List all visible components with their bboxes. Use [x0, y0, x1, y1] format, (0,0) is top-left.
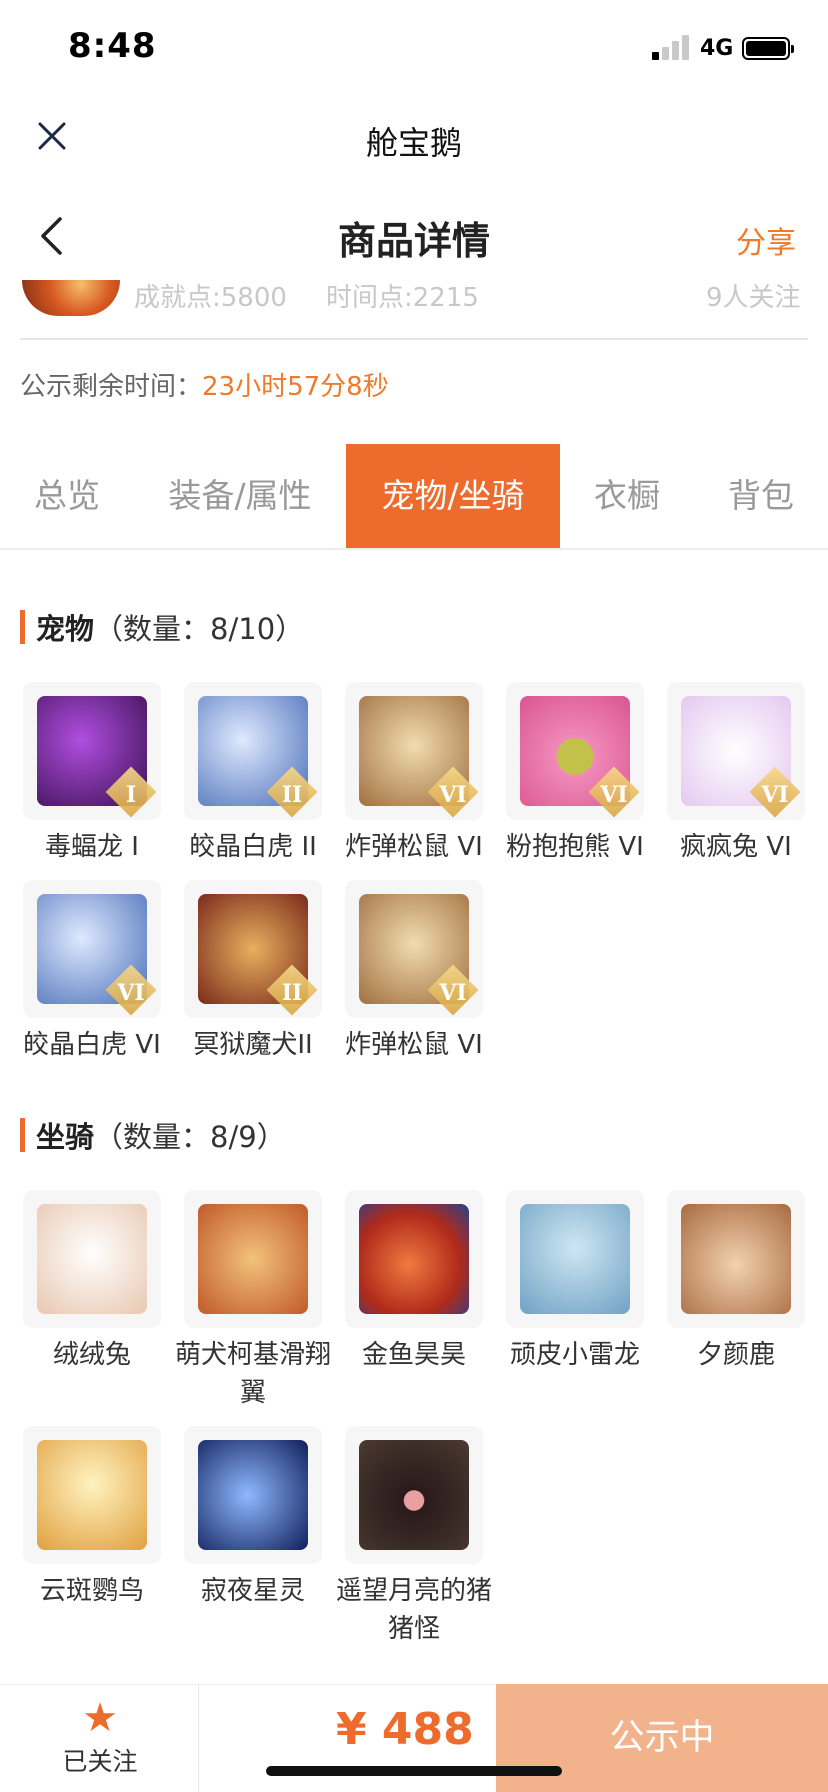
tab-pets-mounts[interactable]: 宠物/坐骑 [346, 444, 560, 548]
pet-thumbnail: II [184, 682, 322, 820]
mount-item[interactable]: 云斑鹦鸟 [12, 1426, 172, 1610]
tier-badge-text: VI [600, 782, 628, 808]
pet-thumbnail: VI [23, 880, 161, 1018]
app-title: 舱宝鹅 [365, 124, 462, 162]
bottom-vertical-divider [198, 1684, 199, 1792]
mount-name: 顽皮小雷龙 [509, 1340, 640, 1370]
pet-thumbnail: VI [506, 682, 644, 820]
pet-thumbnail: VI [345, 682, 483, 820]
publicity-label: 公示剩余时间： [20, 372, 203, 402]
section-marker [20, 1118, 25, 1152]
tab-backpack[interactable]: 背包 [694, 444, 828, 548]
tab-overview[interactable]: 总览 [0, 444, 134, 548]
mount-thumbnail [23, 1190, 161, 1328]
section-marker [20, 610, 25, 644]
follower-count: 9人关注 [706, 283, 801, 313]
mount-thumbnail [667, 1190, 805, 1328]
mount-image [37, 1440, 147, 1550]
pet-name: 冥狱魔犬II [193, 1030, 313, 1060]
mount-item[interactable]: 遥望月亮的猪猪怪 [334, 1426, 494, 1648]
mount-name: 云斑鹦鸟 [39, 1576, 144, 1606]
tier-badge-text: VI [439, 980, 467, 1006]
mount-item[interactable]: 金鱼昊昊 [334, 1190, 494, 1374]
pet-item[interactable]: II 冥狱魔犬II [173, 880, 333, 1064]
tab-equipment[interactable]: 装备/属性 [134, 444, 346, 548]
follow-button[interactable]: ★ 已关注 [40, 1696, 160, 1778]
mount-item[interactable]: 萌犬柯基滑翔翼 [173, 1190, 333, 1412]
time-points: 时间点:2215 [326, 283, 479, 313]
mount-image [681, 1204, 791, 1314]
pet-item[interactable]: II 皎晶白虎 II [173, 682, 333, 866]
pet-item[interactable]: VI 粉抱抱熊 VI [495, 682, 655, 866]
mount-thumbnail [184, 1426, 322, 1564]
mount-item[interactable]: 顽皮小雷龙 [495, 1190, 655, 1374]
mount-item[interactable]: 寂夜星灵 [173, 1426, 333, 1610]
pet-item[interactable]: VI 炸弹松鼠 VI [334, 682, 494, 866]
mount-image [520, 1204, 630, 1314]
pet-thumbnail: VI [345, 880, 483, 1018]
mount-image [359, 1204, 469, 1314]
mount-item[interactable]: 绒绒兔 [12, 1190, 172, 1374]
mounts-section-title: 坐骑（数量：8/9） [36, 1114, 286, 1156]
share-button[interactable]: 分享 [736, 218, 796, 262]
mount-thumbnail [23, 1426, 161, 1564]
page-title: 商品详情 [337, 219, 490, 263]
mount-image [37, 1204, 147, 1314]
mount-image [198, 1440, 308, 1550]
mounts-title: 坐骑 [36, 1120, 95, 1154]
mount-thumbnail [506, 1190, 644, 1328]
tier-badge-text: VI [761, 782, 789, 808]
pet-name: 粉抱抱熊 VI [506, 832, 644, 862]
mount-thumbnail [345, 1426, 483, 1564]
mount-name: 遥望月亮的猪猪怪 [335, 1576, 492, 1644]
mount-name: 金鱼昊昊 [361, 1340, 466, 1370]
battery-icon [742, 37, 794, 60]
tier-badge-text: II [281, 980, 303, 1006]
pet-thumbnail: II [184, 880, 322, 1018]
mount-thumbnail [184, 1190, 322, 1328]
pets-section-title: 宠物（数量：8/10） [36, 606, 304, 648]
pet-item[interactable]: VI 疯疯兔 VI [656, 682, 816, 866]
tier-badge-text: VI [439, 782, 467, 808]
mount-item[interactable]: 夕颜鹿 [656, 1190, 816, 1374]
pets-title: 宠物 [36, 612, 95, 646]
tier-badge-text: I [125, 782, 137, 808]
follow-label: 已关注 [62, 1747, 138, 1776]
mount-thumbnail [345, 1190, 483, 1328]
pet-item[interactable]: VI 皎晶白虎 VI [12, 880, 172, 1064]
pet-item[interactable]: VI 炸弹松鼠 VI [334, 880, 494, 1064]
pet-name: 炸弹松鼠 VI [345, 1030, 483, 1060]
signal-icon [652, 34, 692, 60]
pet-name: 皎晶白虎 VI [23, 1030, 161, 1060]
mount-name: 夕颜鹿 [696, 1340, 775, 1370]
status-time: 8:48 [68, 26, 157, 66]
tab-bar: 总览 装备/属性 宠物/坐骑 衣橱 背包 [0, 444, 828, 548]
tier-badge-text: VI [117, 980, 145, 1006]
mount-name: 萌犬柯基滑翔翼 [174, 1340, 331, 1408]
network-label: 4G [700, 36, 734, 61]
tier-badge-text: II [281, 782, 303, 808]
pet-name: 疯疯兔 VI [680, 832, 792, 862]
publicity-remaining: 23小时57分8秒 [202, 372, 389, 402]
home-indicator[interactable] [266, 1766, 562, 1776]
avatar [22, 280, 120, 316]
star-icon: ★ [82, 1695, 118, 1741]
tab-divider [0, 548, 828, 550]
pet-item[interactable]: I 毒蝠龙 I [12, 682, 172, 866]
pet-name: 炸弹松鼠 VI [345, 832, 483, 862]
tab-wardrobe[interactable]: 衣橱 [560, 444, 694, 548]
pet-name: 皎晶白虎 II [189, 832, 317, 862]
pets-count: （数量：8/10） [94, 612, 305, 646]
pet-thumbnail: I [23, 682, 161, 820]
pet-thumbnail: VI [667, 682, 805, 820]
mounts-count: （数量：8/9） [94, 1120, 286, 1154]
mount-name: 绒绒兔 [52, 1340, 131, 1370]
price: ¥ 488 [336, 1704, 474, 1755]
achievement-points: 成就点:5800 [134, 283, 287, 313]
mount-image [198, 1204, 308, 1314]
mount-name: 寂夜星灵 [200, 1576, 305, 1606]
pet-name: 毒蝠龙 I [45, 832, 139, 862]
mount-image [359, 1440, 469, 1550]
divider [20, 338, 808, 340]
